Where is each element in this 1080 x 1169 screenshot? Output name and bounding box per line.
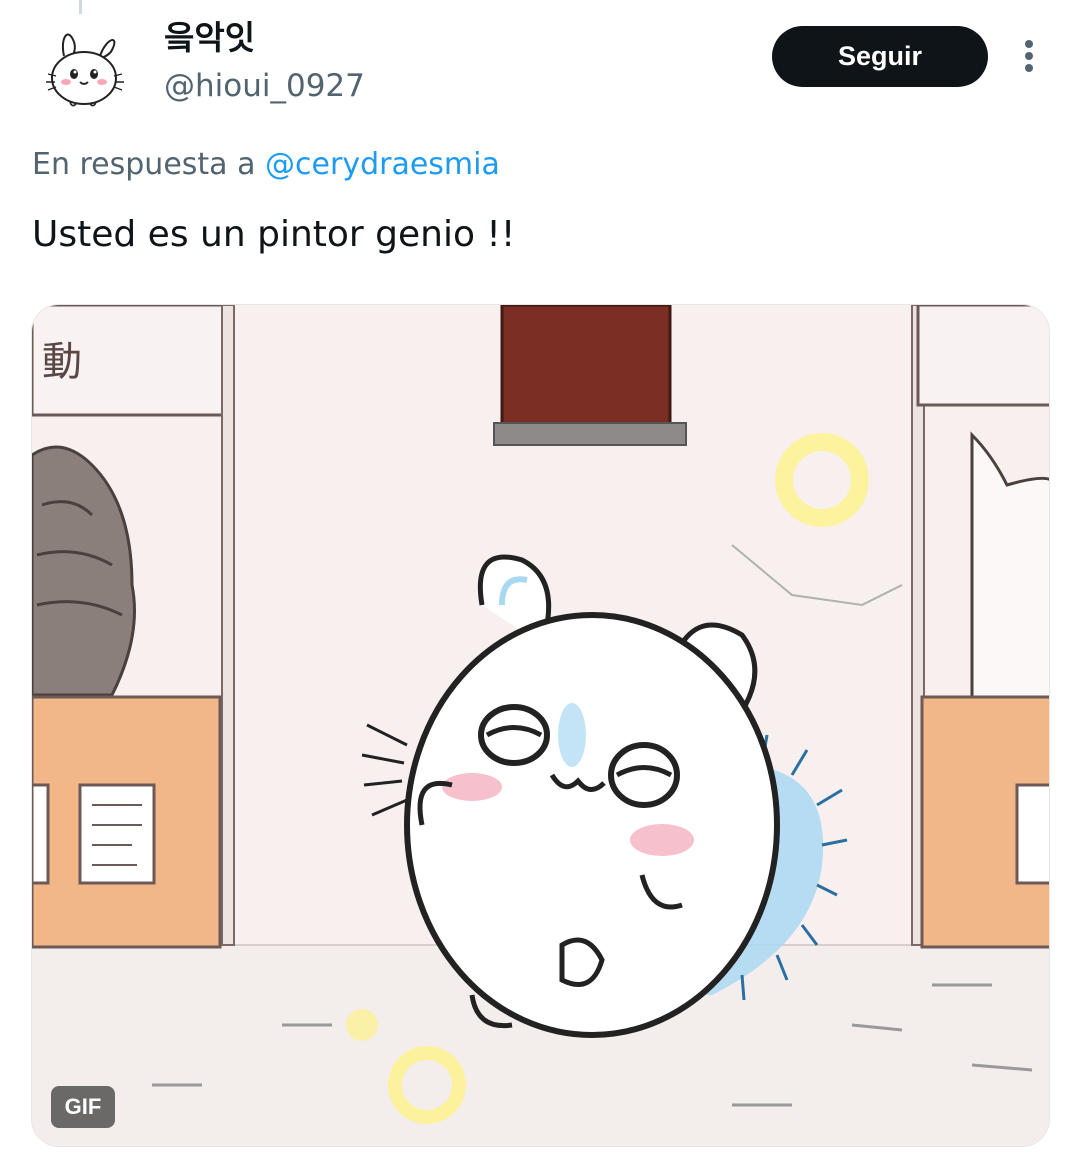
reply-prefix: En respuesta a: [32, 147, 256, 182]
tweet-header: 읔악잇 @hioui_0927 Seguir: [0, 0, 1080, 120]
gif-frame-illustration: 動: [32, 305, 1049, 1146]
more-options-button[interactable]: [1012, 34, 1046, 78]
tweet-gif-media[interactable]: 動: [31, 304, 1050, 1147]
more-vertical-icon: [1025, 40, 1033, 48]
more-vertical-icon-dot: [1025, 52, 1033, 60]
gif-badge: GIF: [51, 1086, 115, 1128]
reply-mention-link[interactable]: @cerydraesmia: [265, 147, 500, 182]
more-vertical-icon-dot: [1025, 64, 1033, 72]
tweet-text: Usted es un pintor genio !!: [32, 214, 516, 255]
svg-text:動: 動: [42, 339, 82, 385]
reply-context: En respuesta a @cerydraesmia: [32, 146, 500, 184]
user-avatar[interactable]: [30, 16, 134, 120]
follow-button[interactable]: Seguir: [772, 26, 988, 87]
display-name[interactable]: 읔악잇: [164, 18, 255, 58]
chiikawa-rabbit-avatar-icon: [30, 16, 134, 120]
user-handle[interactable]: @hioui_0927: [164, 66, 365, 106]
